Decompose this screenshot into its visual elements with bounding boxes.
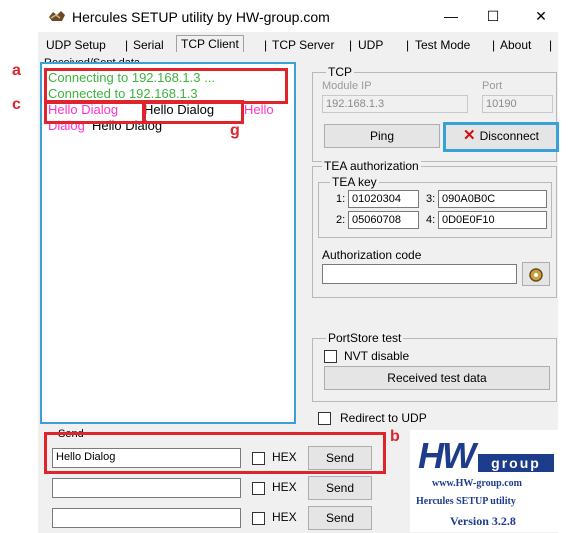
tab-separator: | <box>125 38 129 52</box>
tab-separator: | <box>349 38 353 52</box>
hex-label-3: HEX <box>272 510 297 524</box>
tea-key-4-field[interactable]: 0D0E0F10 <box>438 211 547 229</box>
module-ip-field[interactable]: 192.168.1.3 <box>322 95 468 113</box>
hercules-app-icon <box>49 11 65 21</box>
tab-udp-setup[interactable]: UDP Setup <box>46 38 106 52</box>
hw-group-logo: HW group www.HW-group.com Hercules SETUP… <box>410 430 560 532</box>
received-test-data-button[interactable]: Received test data <box>324 366 550 390</box>
send-button-3[interactable]: Send <box>308 506 372 530</box>
maximize-button[interactable]: ☐ <box>478 6 508 26</box>
minimize-button[interactable]: — <box>436 6 466 26</box>
x-mark-icon: ✕ <box>463 127 476 144</box>
tab-tcp-server[interactable]: TCP Server <box>272 38 334 52</box>
redirect-udp-label: Redirect to UDP <box>340 411 427 425</box>
tea-key-2-label: 2: <box>336 214 346 226</box>
annotation-box-a <box>44 68 288 104</box>
nvt-disable-label: NVT disable <box>344 349 410 363</box>
logo-brand: HW <box>418 435 476 476</box>
send-input-2[interactable] <box>52 478 241 498</box>
tab-separator: | <box>492 38 496 52</box>
tea-key-2-field[interactable]: 05060708 <box>348 211 419 229</box>
tea-key-1-label: 1: <box>336 193 346 205</box>
tea-authorization-label: TEA authorization <box>322 159 421 173</box>
key-gear-icon <box>529 268 543 282</box>
tcp-group-label: TCP <box>326 65 354 79</box>
annotation-c: c <box>12 96 21 113</box>
tab-tcp-client[interactable]: TCP Client <box>176 35 244 52</box>
tab-test-mode[interactable]: Test Mode <box>415 38 470 52</box>
logo-url: www.HW-group.com <box>432 478 522 489</box>
log-sent-text: Hello <box>244 102 274 117</box>
logo-version: Version 3.2.8 <box>450 514 516 528</box>
annotation-b: b <box>390 428 400 445</box>
disconnect-label: Disconnect <box>479 129 539 143</box>
send-input-3[interactable] <box>52 508 241 528</box>
annotation-box-b <box>44 432 386 474</box>
authorization-code-field[interactable] <box>322 264 517 284</box>
send-button-2[interactable]: Send <box>308 476 372 500</box>
port-label: Port <box>482 80 503 92</box>
tab-separator: | <box>264 38 268 52</box>
tab-bar: UDP Setup | Serial TCP Client | TCP Serv… <box>38 35 558 56</box>
tab-separator: | <box>549 38 553 52</box>
title-bar[interactable]: Hercules SETUP utility by HW-group.com —… <box>38 0 558 32</box>
portstore-label: PortStore test <box>326 331 404 345</box>
annotation-a: a <box>12 62 21 79</box>
disconnect-button[interactable]: ✕ Disconnect <box>443 122 559 152</box>
logo-group: group <box>478 454 554 472</box>
generate-key-button[interactable] <box>522 262 550 286</box>
logo-product: Hercules SETUP utility <box>416 496 516 507</box>
tab-udp[interactable]: UDP <box>358 38 383 52</box>
tea-key-label: TEA key <box>330 175 379 189</box>
tea-key-3-field[interactable]: 090A0B0C <box>438 190 547 208</box>
tea-key-1-field[interactable]: 01020304 <box>348 190 419 208</box>
ping-button[interactable]: Ping <box>324 124 440 148</box>
module-ip-label: Module IP <box>322 80 372 92</box>
tea-key-4-label: 4: <box>426 214 436 226</box>
window-title: Hercules SETUP utility by HW-group.com <box>72 9 330 25</box>
annotation-box-g <box>142 100 244 124</box>
tab-separator: | <box>406 38 410 52</box>
annotation-g: g <box>230 122 240 139</box>
hex-checkbox-2[interactable] <box>252 482 265 495</box>
tab-serial[interactable]: Serial <box>133 38 164 52</box>
authorization-code-label: Authorization code <box>322 248 422 262</box>
close-button[interactable]: ✕ <box>526 6 556 26</box>
hex-label-2: HEX <box>272 480 297 494</box>
redirect-udp-checkbox[interactable] <box>318 412 331 425</box>
nvt-disable-checkbox[interactable] <box>324 350 337 363</box>
tea-key-3-label: 3: <box>426 193 436 205</box>
tab-about[interactable]: About <box>500 38 531 52</box>
hex-checkbox-3[interactable] <box>252 512 265 525</box>
annotation-box-c <box>44 100 146 124</box>
port-field[interactable]: 10190 <box>482 95 553 113</box>
